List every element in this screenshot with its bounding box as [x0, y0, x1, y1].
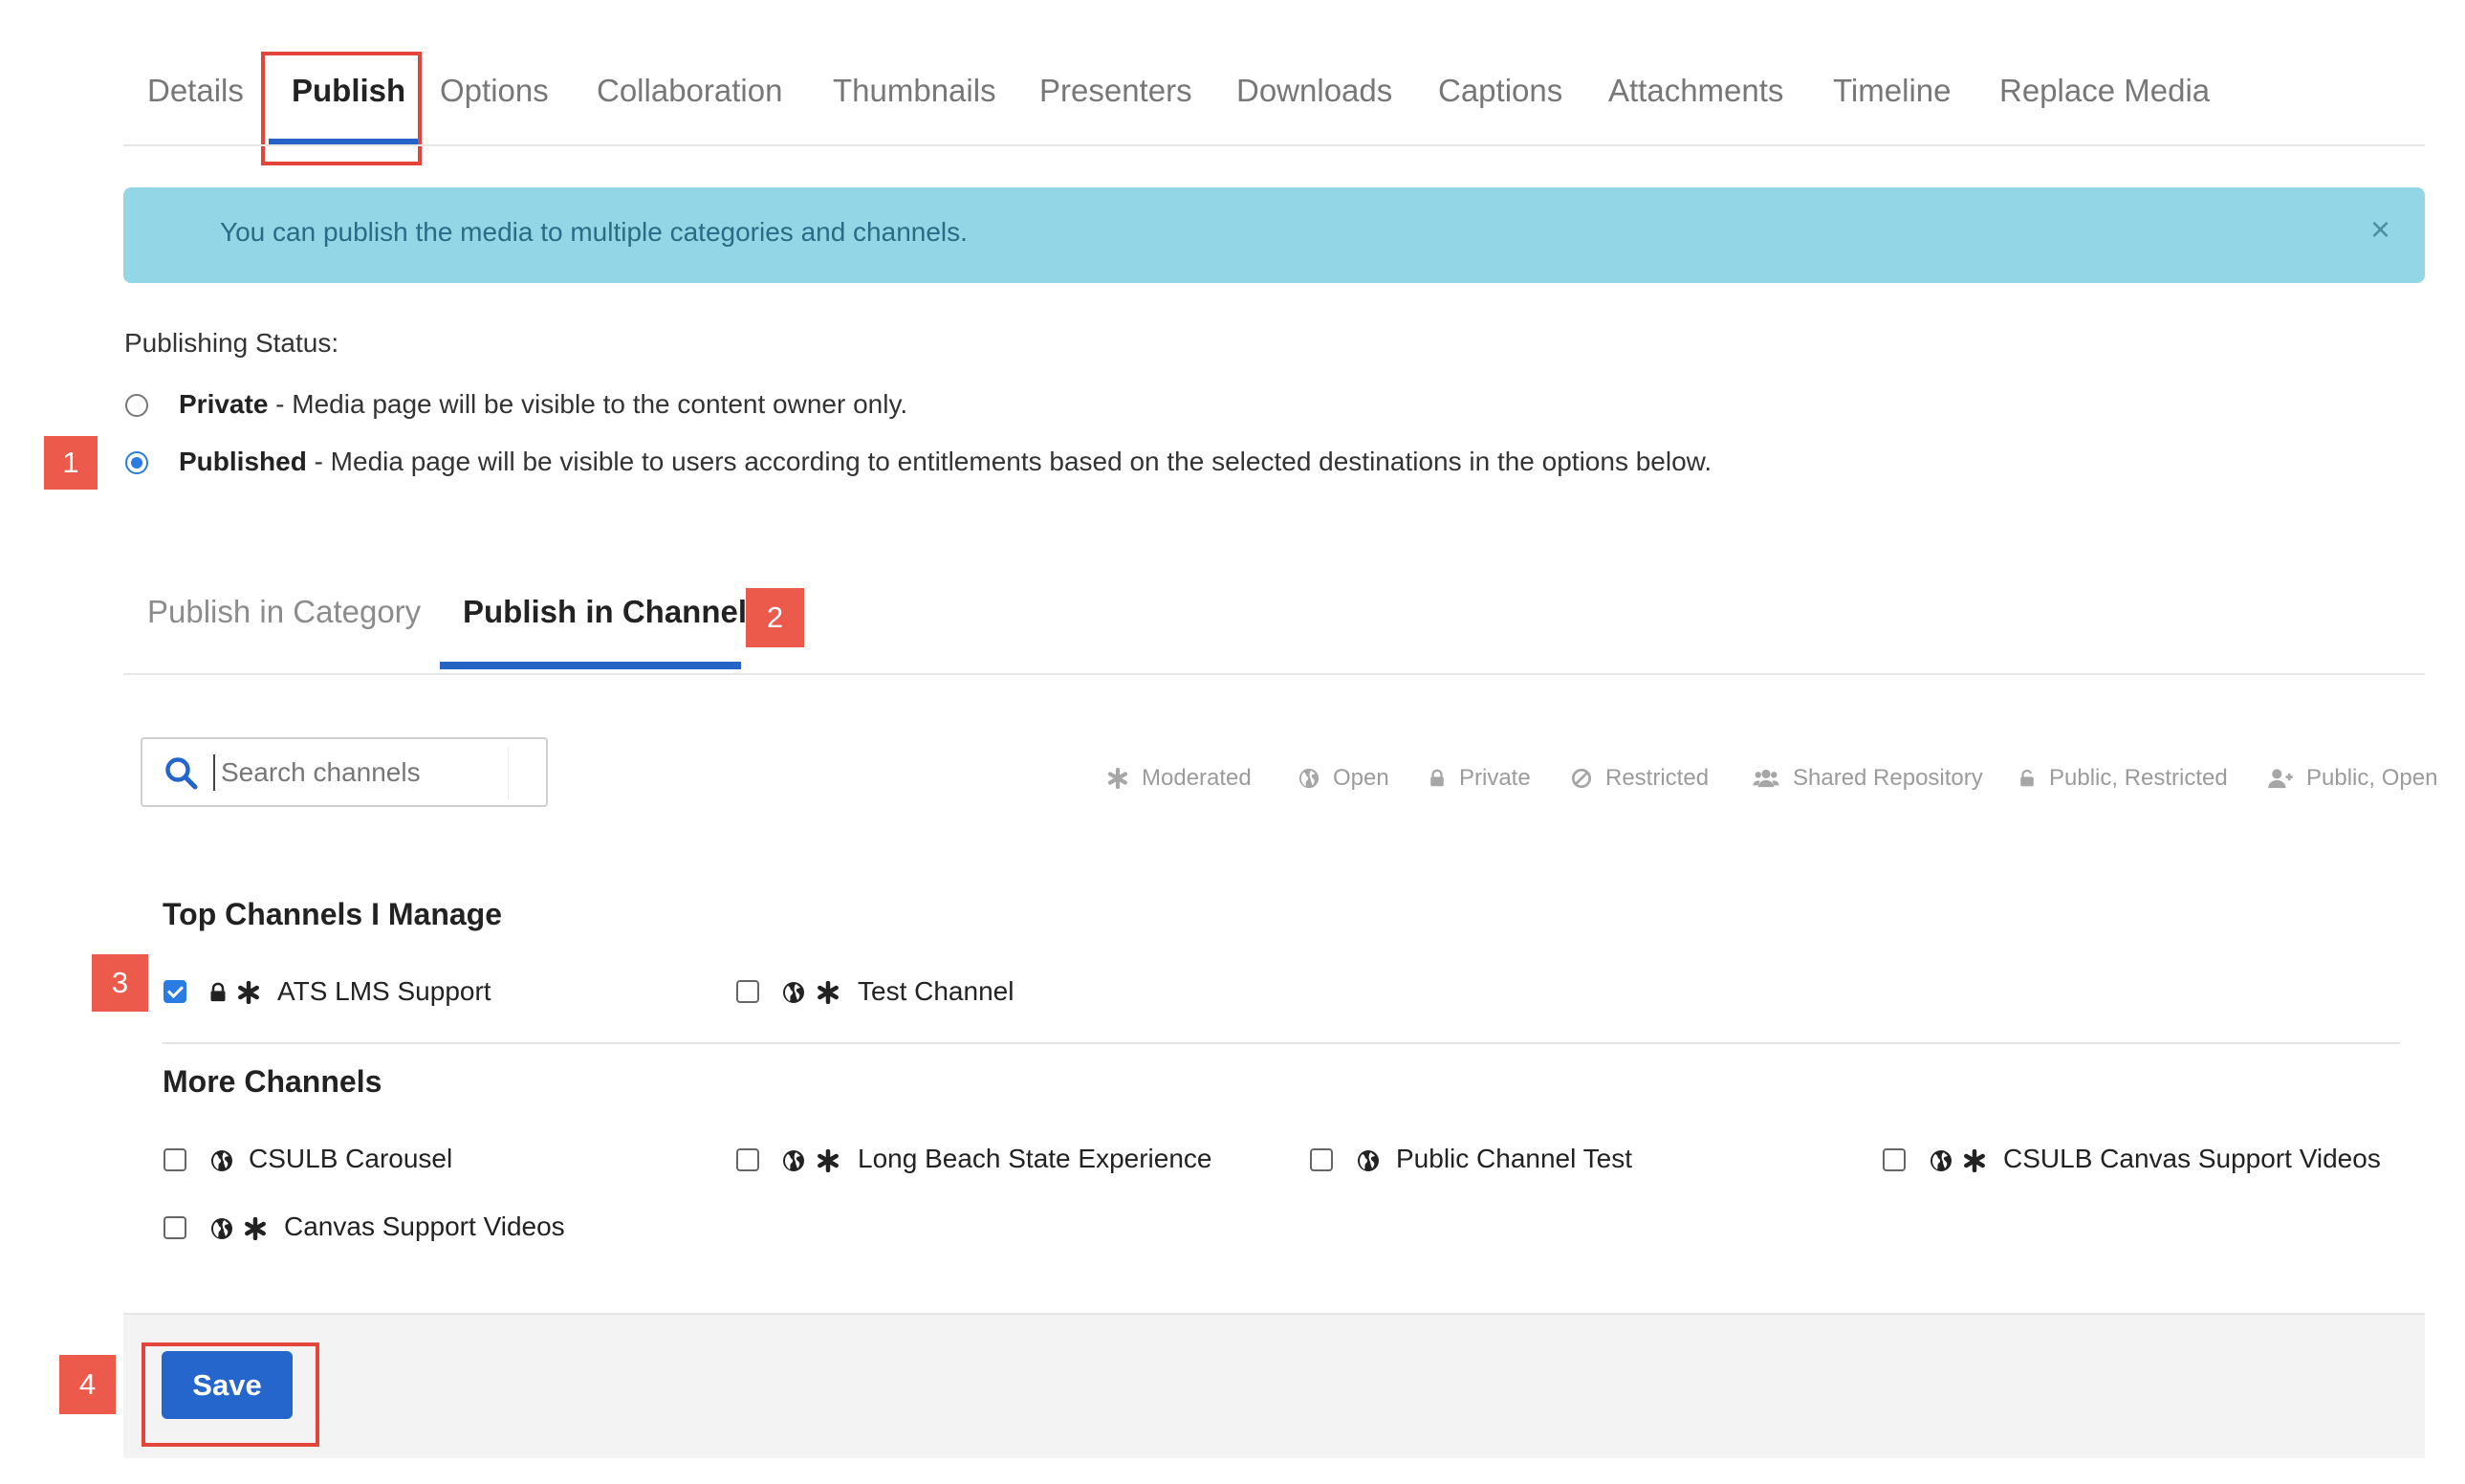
callout-2: 2 [746, 588, 804, 647]
close-icon[interactable]: × [2370, 212, 2390, 247]
search-separator [508, 747, 509, 799]
tab-presenters[interactable]: Presenters [1039, 73, 1192, 109]
callout-3: 3 [92, 954, 148, 1012]
asterisk-icon [1107, 768, 1128, 789]
publishing-status-label: Publishing Status: [124, 328, 339, 358]
globe-icon [782, 1149, 805, 1172]
globe-icon [1930, 1149, 1952, 1172]
asterisk-icon [237, 981, 260, 1004]
asterisk-icon [817, 981, 840, 1004]
legend-private: Private [1429, 765, 1531, 792]
user-plus-icon [2268, 768, 2293, 789]
alert-message: You can publish the media to multiple ca… [220, 217, 968, 247]
channel-label-csulb-canvas-support-videos: CSULB Canvas Support Videos [2003, 1144, 2381, 1173]
legend-label: Moderated [1142, 765, 1252, 791]
channel-checkbox-csulb-carousel[interactable] [164, 1148, 186, 1171]
asterisk-icon [817, 1149, 840, 1172]
tab-captions[interactable]: Captions [1438, 73, 1562, 109]
channel-checkbox-ats-lms-support[interactable] [164, 980, 186, 1003]
channel-checkbox-test-channel[interactable] [736, 980, 759, 1003]
tab-timeline[interactable]: Timeline [1833, 73, 1951, 109]
callout-4: 4 [59, 1355, 116, 1414]
callout-1: 1 [44, 436, 98, 490]
more-channels-title: More Channels [163, 1064, 382, 1099]
tabs-divider [123, 144, 2425, 146]
form-footer [123, 1313, 2425, 1458]
asterisk-icon [244, 1217, 267, 1240]
tab-publish-in-channel[interactable]: Publish in Channel [463, 594, 747, 630]
tab-thumbnails[interactable]: Thumbnails [833, 73, 996, 109]
tab-attachments[interactable]: Attachments [1608, 73, 1783, 109]
lock-icon [1429, 768, 1446, 789]
channel-label-long-beach-state-experience: Long Beach State Experience [858, 1144, 1212, 1173]
legend-shared-repository: Shared Repository [1753, 765, 1983, 792]
asterisk-icon [1963, 1149, 1986, 1172]
legend-label: Public, Restricted [2049, 765, 2228, 791]
lock-icon [208, 981, 228, 1004]
search-icon [165, 757, 198, 790]
legend-open: Open [1298, 765, 1389, 792]
ban-icon [1571, 768, 1592, 789]
private-option-text: Private - Media page will be visible to … [179, 389, 908, 419]
publish-tab-highlight [261, 52, 422, 165]
channel-label-public-channel-test: Public Channel Test [1396, 1144, 1632, 1173]
legend-label: Public, Open [2306, 765, 2438, 791]
tab-collaboration[interactable]: Collaboration [597, 73, 782, 109]
legend-label: Open [1333, 765, 1389, 791]
tab-downloads[interactable]: Downloads [1236, 73, 1392, 109]
channel-checkbox-canvas-support-videos[interactable] [164, 1216, 186, 1239]
published-option-text: Published - Media page will be visible t… [179, 447, 1712, 476]
text-cursor [213, 754, 215, 791]
unlock-icon [2018, 768, 2036, 789]
search-input[interactable] [221, 749, 498, 797]
legend-label: Private [1459, 765, 1531, 791]
legend-label: Restricted [1605, 765, 1710, 791]
subtabs-divider [123, 673, 2425, 675]
tab-replace-media[interactable]: Replace Media [1999, 73, 2210, 109]
active-subtab-indicator [440, 662, 741, 669]
globe-icon [210, 1149, 233, 1172]
private-radio[interactable] [125, 394, 148, 417]
globe-icon [1357, 1149, 1380, 1172]
legend-public-restricted: Public, Restricted [2018, 765, 2228, 792]
channel-label-csulb-carousel: CSULB Carousel [249, 1144, 453, 1173]
users-icon [1753, 768, 1779, 789]
channel-checkbox-public-channel-test[interactable] [1310, 1148, 1333, 1171]
channel-checkbox-long-beach-state-experience[interactable] [736, 1148, 759, 1171]
legend-moderated: Moderated [1107, 765, 1252, 792]
globe-icon [210, 1217, 233, 1240]
tab-details[interactable]: Details [147, 73, 244, 109]
legend-restricted: Restricted [1571, 765, 1709, 792]
globe-icon [782, 981, 805, 1004]
legend-label: Shared Repository [1793, 765, 1983, 791]
published-radio[interactable] [125, 451, 148, 474]
info-alert: You can publish the media to multiple ca… [123, 187, 2425, 283]
channel-label-canvas-support-videos: Canvas Support Videos [284, 1211, 565, 1241]
top-channels-title: Top Channels I Manage [163, 897, 502, 931]
channels-divider [163, 1042, 2400, 1044]
channel-label-ats-lms-support: ATS LMS Support [277, 976, 491, 1006]
save-button-highlight [142, 1342, 319, 1447]
search-box[interactable] [141, 737, 548, 807]
channel-label-test-channel: Test Channel [858, 976, 1014, 1006]
legend-public-open: Public, Open [2268, 765, 2437, 792]
channel-checkbox-csulb-canvas-support-videos[interactable] [1883, 1148, 1906, 1171]
globe-icon [1298, 768, 1320, 789]
tab-options[interactable]: Options [440, 73, 549, 109]
tab-publish-in-category[interactable]: Publish in Category [147, 594, 421, 630]
